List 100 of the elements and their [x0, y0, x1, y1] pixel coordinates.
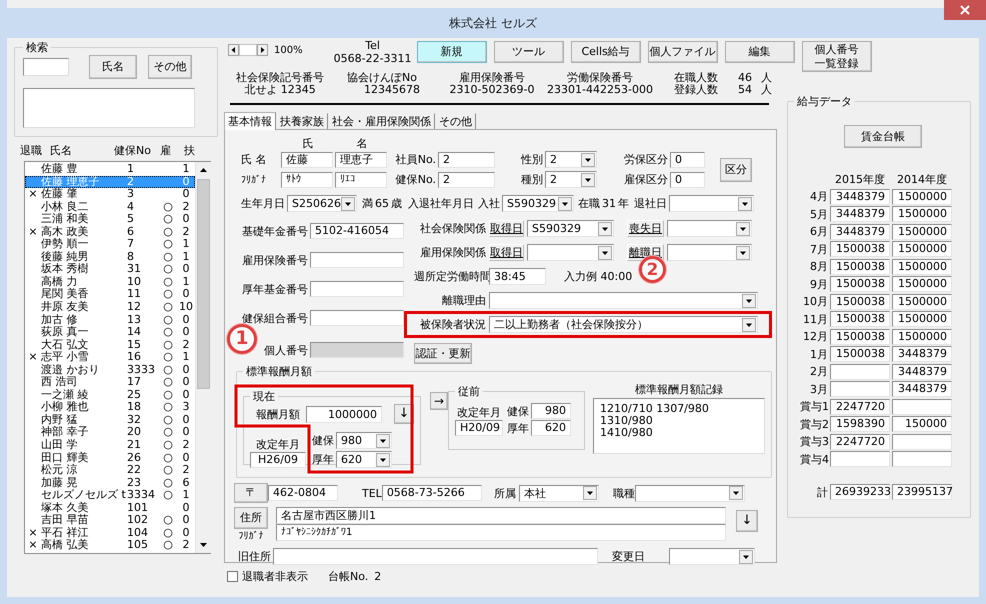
koyo-class-field[interactable]: 0: [670, 172, 705, 188]
employee-row[interactable]: 尾関 美香 11 ○ 0: [25, 288, 195, 302]
amount-field[interactable]: 1500038: [830, 294, 890, 310]
employee-row[interactable]: 渡邉 かおり 3333 ○ 0: [25, 364, 195, 376]
employee-row[interactable]: 大石 弘文 15 ○ 2: [25, 338, 195, 352]
other-search-button[interactable]: その他: [148, 55, 192, 79]
employee-row[interactable]: × 高橋 弘美 105 ○ 2: [25, 539, 195, 552]
employee-row[interactable]: 三浦 和美 5 ○ 0: [25, 213, 195, 226]
birth-date-dropdown[interactable]: S250626: [287, 195, 357, 212]
amount-field[interactable]: 1500038: [830, 276, 890, 292]
employee-row[interactable]: 伊勢 順一 7 ○ 1: [25, 238, 195, 251]
address-field[interactable]: 名古屋市西区勝川1: [276, 507, 726, 524]
amount-field[interactable]: 1500000: [892, 241, 952, 257]
previous-kenpo-field[interactable]: 980: [531, 403, 571, 419]
employee-row[interactable]: 加藤 晃 23 ○ 6: [25, 476, 195, 490]
employee-row[interactable]: × 志平 小雪 16 ○ 1: [25, 351, 195, 364]
number-field[interactable]: [310, 252, 404, 268]
employee-row[interactable]: 塚本 久美 101 0: [25, 502, 195, 514]
employee-row[interactable]: セルズノセルズ t3334 ○ 1: [25, 489, 195, 502]
previous-kosei-field[interactable]: 620: [531, 420, 571, 436]
last-name-field[interactable]: 佐藤: [281, 152, 333, 168]
checkbox[interactable]: [227, 571, 238, 582]
employee-list[interactable]: [24, 161, 211, 554]
zip-button[interactable]: 〒: [234, 483, 268, 503]
kosei-grade-dropdown[interactable]: 620: [336, 451, 392, 468]
down-arrow-button[interactable]: ↓: [736, 510, 758, 532]
kenpo-grade-dropdown[interactable]: 980: [336, 432, 392, 449]
employee-row[interactable]: 神部 幸子 20 ○ 0: [25, 426, 195, 440]
zip-field[interactable]: 462-0804: [268, 485, 338, 501]
amount-field[interactable]: 1500000: [892, 294, 952, 310]
number-field[interactable]: [310, 310, 404, 326]
scroll-left-button[interactable]: [228, 44, 239, 56]
employee-row[interactable]: × 高木 政美 6 ○ 2: [25, 226, 195, 238]
close-button[interactable]: [944, 0, 986, 20]
join-date-dropdown[interactable]: S590329: [502, 195, 574, 212]
toolbar-button[interactable]: Cells給与: [570, 41, 641, 63]
kenpo-no-field[interactable]: 2: [438, 172, 495, 188]
amount-field[interactable]: 3448379: [830, 206, 890, 222]
number-field[interactable]: 5102-416054: [310, 223, 404, 239]
employee-row[interactable]: 田口 輝美 26 ○ 0: [25, 452, 195, 464]
category-dropdown[interactable]: 2: [545, 171, 597, 188]
total-field[interactable]: 23995137: [892, 484, 952, 500]
toolbar-button[interactable]: 新規: [416, 41, 487, 63]
amount-field[interactable]: 1500038: [830, 328, 890, 344]
employee-row[interactable]: 坂本 秀樹 31 ○ 0: [25, 263, 195, 276]
amount-field[interactable]: 2247720: [830, 398, 890, 414]
search-results-list[interactable]: [23, 88, 195, 128]
amount-field[interactable]: 150000: [892, 416, 952, 432]
class-button[interactable]: 区分: [720, 158, 752, 182]
old-address-field[interactable]: [273, 548, 598, 565]
employee-row[interactable]: 後藤 純男 8 ○ 1: [25, 250, 195, 264]
amount-field[interactable]: 1500000: [892, 276, 952, 292]
amount-field[interactable]: [830, 364, 890, 380]
amount-field[interactable]: 3448379: [892, 381, 952, 397]
employee-row[interactable]: 佐藤 豊 1 1: [25, 163, 195, 176]
employee-row[interactable]: 西 浩司 17 ○ 0: [25, 376, 195, 389]
previous-revision-field[interactable]: H20/09: [455, 420, 503, 436]
employee-row[interactable]: 井原 友美 12 ○ 10: [25, 301, 195, 314]
amount-field[interactable]: 1500000: [892, 258, 952, 274]
address-kana-field[interactable]: ﾅｺﾞﾔｼﾆｼｸｶﾁｶﾞﾜ1: [276, 524, 726, 541]
lost-date-button[interactable]: 喪失日: [627, 220, 664, 237]
search-field[interactable]: [23, 58, 69, 76]
amount-field[interactable]: 3448379: [830, 188, 890, 204]
total-field[interactable]: 26939233: [830, 484, 890, 500]
amount-field[interactable]: 1500000: [892, 328, 952, 344]
address-button[interactable]: 住所: [234, 507, 268, 529]
toolbar-button[interactable]: 編集: [724, 41, 795, 63]
amount-field[interactable]: [830, 381, 890, 397]
amount-field[interactable]: 1500038: [830, 311, 890, 327]
amount-field[interactable]: 1598390: [830, 416, 890, 432]
tab[interactable]: 基本情報: [224, 112, 276, 130]
social-insurance-acquired-dropdown[interactable]: S590329: [527, 220, 614, 237]
acquired-date-button[interactable]: 取得日: [489, 244, 524, 261]
amount-field[interactable]: 3448379: [892, 346, 952, 362]
tel-field[interactable]: 0568-73-5266: [382, 485, 482, 501]
amount-field[interactable]: [892, 434, 952, 450]
employee-row[interactable]: 松元 涼 22 ○ 2: [25, 464, 195, 477]
acquired-date-button[interactable]: 取得日: [489, 220, 524, 237]
weekly-hours-field[interactable]: 38:45: [489, 268, 546, 285]
toolbar-button[interactable]: 個人ファイル: [648, 41, 718, 63]
toolbar-button[interactable]: 個人番号一覧登録: [802, 41, 872, 72]
amount-field[interactable]: [892, 398, 952, 414]
employee-row[interactable]: 山田 学 21 ○ 2: [25, 439, 195, 452]
scrollbar[interactable]: [195, 162, 211, 553]
name-search-button[interactable]: 氏名: [89, 55, 137, 79]
amount-field[interactable]: 3448379: [830, 224, 890, 240]
rouho-class-field[interactable]: 0: [670, 152, 705, 168]
employee-row[interactable]: × 平石 祥江 104 ○ 0: [25, 526, 195, 540]
record-text-area[interactable]: 1210/710 1307/980 1310/980 1410/980: [593, 398, 765, 454]
employee-no-field[interactable]: 2: [438, 152, 495, 168]
department-dropdown[interactable]: 本社: [518, 484, 599, 502]
toolbar-button[interactable]: ツール: [494, 41, 564, 63]
amount-field[interactable]: 2247720: [830, 434, 890, 450]
amount-field[interactable]: 1500038: [830, 346, 890, 362]
monthly-pay-field[interactable]: 1000000: [306, 406, 382, 422]
employee-row[interactable]: 小林 良二 4 ○ 2: [25, 200, 195, 214]
employee-row[interactable]: 高橋 力 10 ○ 1: [25, 276, 195, 288]
employee-row[interactable]: 内野 猛 32 ○ 0: [25, 414, 195, 426]
copy-arrow-button[interactable]: →: [430, 392, 448, 410]
last-kana-field[interactable]: ｻﾄｳ: [281, 172, 333, 188]
